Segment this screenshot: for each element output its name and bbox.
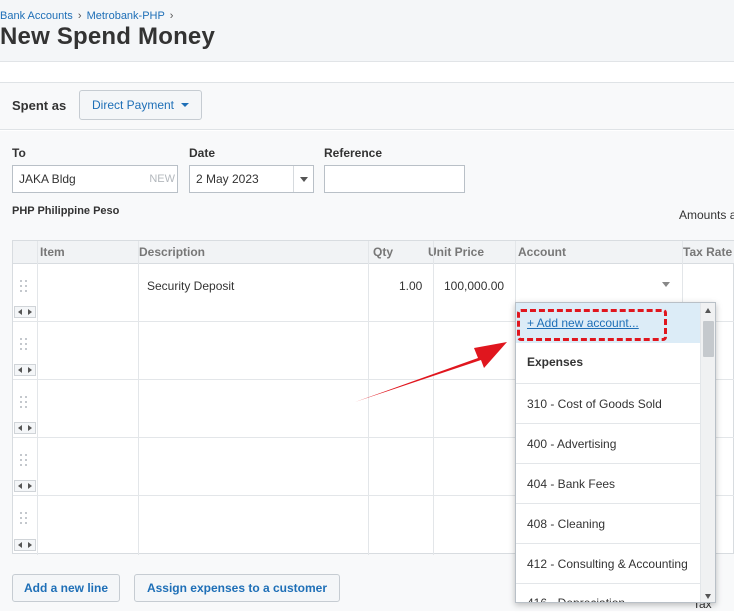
page-header: Bank Accounts › Metrobank-PHP › New Spen…	[0, 0, 734, 62]
column-header-item: Item	[40, 245, 65, 259]
move-left-icon[interactable]	[15, 540, 25, 550]
move-right-icon[interactable]	[25, 423, 35, 433]
row-move-control[interactable]	[14, 480, 36, 492]
move-left-icon[interactable]	[15, 365, 25, 375]
column-header-tax-rate: Tax Rate	[683, 245, 733, 259]
move-right-icon[interactable]	[25, 365, 35, 375]
assign-expenses-button[interactable]: Assign expenses to a customer	[134, 574, 340, 602]
account-dropdown-list[interactable]: + Add new account... Expenses 310 - Cost…	[515, 302, 716, 603]
currency-label: PHP Philippine Peso	[12, 205, 120, 217]
qty-cell[interactable]: 1.00	[399, 279, 422, 293]
add-new-line-button[interactable]: Add a new line	[12, 574, 120, 602]
column-header-qty: Qty	[373, 245, 394, 259]
breadcrumb-separator: ›	[169, 10, 174, 22]
to-field[interactable]: JAKA Bldg NEW	[12, 165, 178, 193]
scroll-down-icon[interactable]	[705, 594, 711, 599]
move-right-icon[interactable]	[25, 540, 35, 550]
to-label: To	[12, 146, 26, 160]
date-value: 2 May 2023	[196, 172, 259, 186]
date-picker-button[interactable]	[293, 166, 313, 192]
column-header-description: Description	[139, 245, 206, 259]
breadcrumb-metrobank[interactable]: Metrobank-PHP	[87, 10, 165, 22]
scrollbar-thumb[interactable]	[703, 321, 714, 357]
move-right-icon[interactable]	[25, 307, 35, 317]
dropdown-scrollbar[interactable]	[700, 303, 715, 602]
spent-as-value: Direct Payment	[91, 98, 175, 112]
move-left-icon[interactable]	[15, 423, 25, 433]
red-arrow-icon	[355, 342, 507, 402]
row-move-control[interactable]	[14, 364, 36, 376]
date-label: Date	[189, 146, 216, 160]
spent-as-bar: Spent as Direct Payment	[0, 82, 734, 130]
row-move-control[interactable]	[14, 306, 36, 318]
account-option[interactable]: 310 - Cost of Goods Sold	[516, 383, 700, 423]
new-contact-tag: NEW	[149, 173, 175, 185]
breadcrumb-bank-accounts[interactable]: Bank Accounts	[0, 10, 73, 22]
move-left-icon[interactable]	[15, 307, 25, 317]
page-title: New Spend Money	[0, 23, 216, 50]
account-dropdown-arrow[interactable]	[662, 282, 670, 287]
drag-handle-icon[interactable]	[20, 454, 28, 468]
description-cell[interactable]: Security Deposit	[147, 279, 234, 293]
account-option[interactable]: 412 - Consulting & Accounting	[516, 543, 700, 583]
move-right-icon[interactable]	[25, 481, 35, 491]
column-header-account: Account	[518, 245, 566, 259]
account-option[interactable]: 408 - Cleaning	[516, 503, 700, 543]
date-field[interactable]: 2 May 2023	[189, 165, 314, 193]
spent-as-label: Spent as	[12, 98, 67, 113]
account-group-expenses: Expenses	[527, 355, 584, 369]
drag-handle-icon[interactable]	[20, 396, 28, 410]
caret-down-icon	[181, 103, 190, 107]
spent-as-dropdown[interactable]: Direct Payment	[79, 90, 202, 120]
reference-label: Reference	[324, 146, 383, 160]
to-value: JAKA Bldg	[19, 172, 76, 186]
breadcrumb-separator: ›	[77, 10, 82, 22]
drag-handle-icon[interactable]	[20, 338, 28, 352]
reference-field[interactable]	[324, 165, 465, 193]
account-option[interactable]: 400 - Advertising	[516, 423, 700, 463]
breadcrumb: Bank Accounts › Metrobank-PHP ›	[0, 10, 175, 22]
account-option[interactable]: 404 - Bank Fees	[516, 463, 700, 503]
drag-handle-icon[interactable]	[20, 512, 28, 526]
table-header: Item Description Qty Unit Price Account …	[13, 241, 734, 264]
column-header-unit-price: Unit Price	[428, 245, 485, 259]
scroll-up-icon[interactable]	[705, 308, 711, 313]
unit-price-cell[interactable]: 100,000.00	[444, 279, 504, 293]
drag-handle-icon[interactable]	[20, 280, 28, 294]
annotation-highlight-box	[517, 309, 667, 341]
move-left-icon[interactable]	[15, 481, 25, 491]
caret-down-icon	[299, 176, 308, 182]
account-option[interactable]: 416 - Depreciation	[516, 583, 700, 602]
row-move-control[interactable]	[14, 539, 36, 551]
amounts-are-label[interactable]: Amounts a	[679, 208, 734, 222]
row-move-control[interactable]	[14, 422, 36, 434]
